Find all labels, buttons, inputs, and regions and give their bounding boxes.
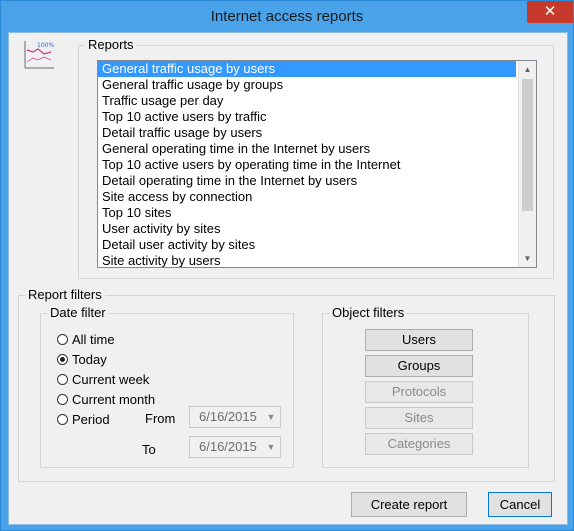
window-title: Internet access reports <box>210 8 364 25</box>
radio-label: Today <box>72 351 107 367</box>
radio-button[interactable] <box>57 373 68 385</box>
report-list-item[interactable]: Top 10 sites <box>98 205 516 221</box>
report-list-item[interactable]: Site access by connection <box>98 189 516 205</box>
cancel-button[interactable]: Cancel <box>488 492 552 517</box>
reports-list-items: General traffic usage by users General tr… <box>98 61 516 267</box>
report-list-item[interactable]: Detail user activity by sites <box>98 237 516 253</box>
create-report-button[interactable]: Create report <box>351 492 467 517</box>
report-list-item[interactable]: Top 10 active users by operating time in… <box>98 157 516 173</box>
users-filter-button[interactable]: Users <box>365 329 473 351</box>
scroll-up-icon[interactable]: ▲ <box>519 61 536 78</box>
title-bar[interactable]: Internet access reports ✕ <box>1 1 573 32</box>
categories-filter-button[interactable]: Categories <box>365 433 473 455</box>
radio-button[interactable] <box>57 413 68 425</box>
report-list-item[interactable]: Site activity by users <box>98 253 516 267</box>
date-filter-legend: Date filter <box>47 305 109 321</box>
radio-button[interactable] <box>57 353 68 365</box>
object-filters-legend: Object filters <box>329 305 408 321</box>
report-list-item[interactable]: Top 10 active users by traffic <box>98 109 516 125</box>
report-list-item[interactable]: General traffic usage by users <box>98 61 516 77</box>
report-list-item[interactable]: Detail traffic usage by users <box>98 125 516 141</box>
dialog-window: Internet access reports ✕ 100% Reports G… <box>0 0 574 531</box>
sites-filter-button[interactable]: Sites <box>365 407 473 429</box>
report-icon-label: 100% <box>37 42 54 49</box>
chevron-down-icon[interactable]: ▼ <box>265 407 277 427</box>
close-button[interactable]: ✕ <box>527 1 573 23</box>
chevron-down-icon[interactable]: ▼ <box>265 437 277 457</box>
from-label: From <box>145 411 176 426</box>
report-filters-legend: Report filters <box>25 287 105 303</box>
groups-filter-button[interactable]: Groups <box>365 355 473 377</box>
from-date-picker[interactable]: 6/16/2015 ▼ <box>189 406 281 428</box>
protocols-filter-button[interactable]: Protocols <box>365 381 473 403</box>
radio-label: Period <box>72 411 110 427</box>
scroll-thumb[interactable] <box>522 79 533 211</box>
report-list-item[interactable]: User activity by sites <box>98 221 516 237</box>
reports-listbox[interactable]: General traffic usage by users General tr… <box>97 60 537 268</box>
report-list-item[interactable]: General operating time in the Internet b… <box>98 141 516 157</box>
date-option-period[interactable]: Period <box>57 410 110 428</box>
reports-legend: Reports <box>85 37 137 53</box>
report-chart-icon: 100% <box>24 41 54 69</box>
report-list-item[interactable]: Detail operating time in the Internet by… <box>98 173 516 189</box>
dialog-body: 100% Reports General traffic usage by us… <box>8 32 568 525</box>
from-date-value: 6/16/2015 <box>199 409 257 424</box>
date-option-all-time[interactable]: All time <box>57 330 115 348</box>
scroll-down-icon[interactable]: ▼ <box>519 250 536 267</box>
radio-button[interactable] <box>57 333 68 345</box>
radio-label: Current month <box>72 391 156 407</box>
date-option-current-month[interactable]: Current month <box>57 390 155 408</box>
radio-button[interactable] <box>57 393 68 405</box>
date-option-current-week[interactable]: Current week <box>57 370 149 388</box>
close-icon: ✕ <box>543 3 557 20</box>
report-list-item[interactable]: General traffic usage by groups <box>98 77 516 93</box>
to-date-value: 6/16/2015 <box>199 439 257 454</box>
to-date-picker[interactable]: 6/16/2015 ▼ <box>189 436 281 458</box>
reports-scrollbar[interactable]: ▲ ▼ <box>518 61 536 267</box>
date-option-today[interactable]: Today <box>57 350 107 368</box>
to-label: To <box>142 442 156 457</box>
report-list-item[interactable]: Traffic usage per day <box>98 93 516 109</box>
radio-label: Current week <box>72 371 150 387</box>
radio-label: All time <box>72 331 115 347</box>
